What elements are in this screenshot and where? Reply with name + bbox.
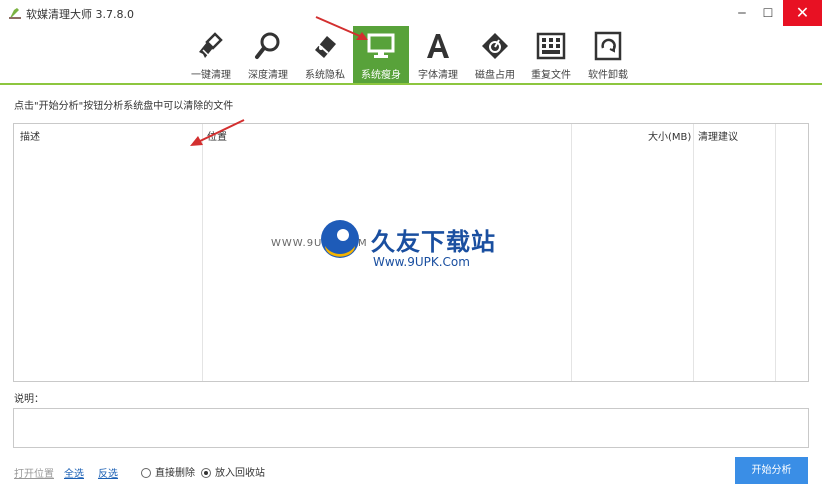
tool-font-clean[interactable]: 字体清理 <box>410 26 466 83</box>
app-logo-icon <box>9 8 21 19</box>
tool-duplicate-files[interactable]: 重复文件 <box>523 26 579 83</box>
column-divider <box>775 124 776 381</box>
tool-label: 重复文件 <box>531 70 571 81</box>
column-header-size[interactable]: 大小(MB) <box>648 128 691 143</box>
column-divider <box>202 124 203 381</box>
radio-label: 直接删除 <box>155 468 195 479</box>
radio-recycle-bin[interactable]: 放入回收站 <box>201 464 265 479</box>
recycle-icon <box>594 31 622 61</box>
main-toolbar: 一键清理 深度清理 系统隐私 系统瘦身 字体清理 磁盘占用 重复文件 软件卸载 <box>0 26 822 85</box>
tool-deep-clean[interactable]: 深度清理 <box>240 26 296 83</box>
tool-disk-usage[interactable]: 磁盘占用 <box>467 26 523 83</box>
disk-tag-icon <box>482 33 508 59</box>
annotation-arrow-icon <box>190 119 245 146</box>
annotation-arrow-icon <box>315 16 368 40</box>
radio-direct-delete[interactable]: 直接删除 <box>141 464 195 479</box>
maximize-button[interactable]: ☐ <box>753 0 783 26</box>
description-box <box>13 408 809 448</box>
radio-dot-icon <box>141 468 151 478</box>
close-button[interactable]: ✕ <box>783 0 822 26</box>
tool-label: 磁盘占用 <box>475 70 515 81</box>
start-analysis-button[interactable]: 开始分析 <box>735 457 808 484</box>
broom-icon <box>199 32 223 58</box>
select-all-link[interactable]: 全选 <box>64 465 84 480</box>
tool-uninstall[interactable]: 软件卸载 <box>580 26 636 83</box>
tool-one-click-clean[interactable]: 一键清理 <box>183 26 239 83</box>
tool-label: 系统隐私 <box>305 70 345 81</box>
column-divider <box>571 124 572 381</box>
hint-text: 点击"开始分析"按钮分析系统盘中可以清除的文件 <box>14 101 234 112</box>
column-header-advice[interactable]: 清理建议 <box>698 128 738 143</box>
bottom-bar: 打开位置 全选 反选 直接删除 放入回收站 <box>0 458 822 484</box>
description-label: 说明： <box>14 394 44 405</box>
invert-selection-link[interactable]: 反选 <box>98 465 118 480</box>
tool-label: 系统瘦身 <box>361 70 401 81</box>
open-location-link[interactable]: 打开位置 <box>14 465 54 480</box>
radio-dot-icon <box>201 468 211 478</box>
column-divider <box>693 124 694 381</box>
watermark-logo-icon <box>321 220 359 258</box>
tool-label: 一键清理 <box>191 70 231 81</box>
font-icon <box>427 34 449 58</box>
magnifier-icon <box>255 32 280 59</box>
radio-label: 放入回收站 <box>215 468 265 479</box>
grid-icon <box>536 32 566 60</box>
tool-label: 软件卸载 <box>588 70 628 81</box>
tool-label: 字体清理 <box>418 70 458 81</box>
title-bar: 软媒清理大师 3.7.8.0 ‒ ☐ ✕ <box>0 0 822 26</box>
column-header-description[interactable]: 描述 <box>20 128 40 143</box>
watermark-en-text: Www.9UPK.Com <box>373 255 470 269</box>
window-title: 软媒清理大师 3.7.8.0 <box>26 8 134 21</box>
watermark: WWW.9UPK.COM 久友下载站 Www.9UPK.Com <box>271 200 525 280</box>
tool-label: 深度清理 <box>248 70 288 81</box>
watermark-cn-text: 久友下载站 <box>371 228 496 256</box>
